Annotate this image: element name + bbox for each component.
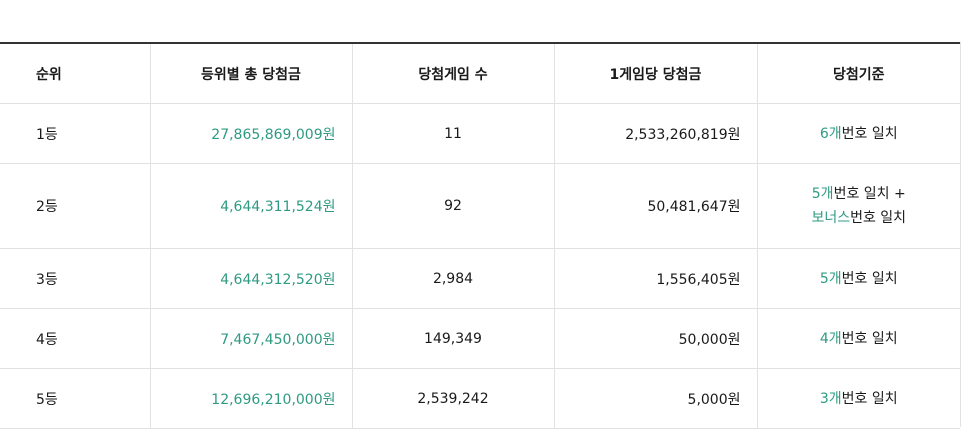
- criteria-line: 6개번호 일치: [774, 122, 945, 146]
- total-prize-cell: 4,644,311,524원: [149, 163, 352, 249]
- prize-per-game-cell: 1,556,405원: [553, 248, 757, 309]
- table-row: 3등 4,644,312,520원 2,984 1,556,405원 5개번호 …: [0, 248, 960, 309]
- rank-cell: 1등: [0, 103, 150, 164]
- prize-table: 순위 등위별 총 당첨금 당첨게임 수 1게임당 당첨금 당첨기준 1등 27,…: [0, 42, 960, 429]
- header-criteria: 당첨기준: [756, 43, 960, 104]
- winning-games-cell: 149,349: [351, 308, 554, 369]
- total-prize-cell: 7,467,450,000원: [149, 308, 352, 369]
- criteria-text: 번호 일치: [841, 330, 898, 347]
- criteria-text: 번호 일치 +: [833, 186, 906, 202]
- total-prize-cell: 4,644,312,520원: [149, 248, 352, 309]
- criteria-cell: 5개번호 일치: [756, 248, 960, 309]
- rank-cell: 3등: [0, 248, 150, 309]
- winning-games-cell: 11: [351, 103, 554, 164]
- criteria-text: 번호 일치: [841, 125, 898, 142]
- table-row: 5등 12,696,210,000원 2,539,242 5,000원 3개번호…: [0, 368, 960, 429]
- criteria-count: 5개: [819, 270, 842, 287]
- header-prize-per-game: 1게임당 당첨금: [553, 43, 757, 104]
- prize-per-game-cell: 2,533,260,819원: [553, 103, 757, 164]
- winning-games-cell: 2,539,242: [351, 368, 554, 429]
- criteria-text: 번호 일치: [841, 390, 898, 407]
- criteria-line: 보너스번호 일치: [774, 206, 945, 230]
- table-row: 2등 4,644,311,524원 92 50,481,647원 5개번호 일치…: [0, 163, 960, 249]
- header-rank: 순위: [0, 43, 150, 104]
- winning-games-cell: 92: [351, 163, 554, 249]
- rank-cell: 4등: [0, 308, 150, 369]
- table-right-border: [960, 42, 961, 427]
- table-row: 1등 27,865,869,009원 11 2,533,260,819원 6개번…: [0, 103, 960, 164]
- total-prize-cell: 12,696,210,000원: [149, 368, 352, 429]
- rank-cell: 2등: [0, 163, 150, 249]
- criteria-line: 5개번호 일치: [774, 267, 945, 291]
- criteria-cell: 4개번호 일치: [756, 308, 960, 369]
- criteria-text: 번호 일치: [850, 210, 907, 226]
- page: 순위 등위별 총 당첨금 당첨게임 수 1게임당 당첨금 당첨기준 1등 27,…: [0, 0, 966, 438]
- criteria-text: 번호 일치: [841, 270, 898, 287]
- winning-games-cell: 2,984: [351, 248, 554, 309]
- criteria-line: 5개번호 일치 +: [774, 182, 945, 206]
- header-winning-games: 당첨게임 수: [351, 43, 554, 104]
- criteria-cell: 5개번호 일치 + 보너스번호 일치: [756, 163, 960, 249]
- prize-per-game-cell: 50,481,647원: [553, 163, 757, 249]
- table-row: 4등 7,467,450,000원 149,349 50,000원 4개번호 일…: [0, 308, 960, 369]
- criteria-count: 5개: [811, 186, 834, 202]
- criteria-line: 3개번호 일치: [774, 387, 945, 411]
- criteria-bonus: 보너스: [811, 210, 851, 226]
- criteria-count: 4개: [819, 330, 842, 347]
- prize-per-game-cell: 5,000원: [553, 368, 757, 429]
- criteria-cell: 3개번호 일치: [756, 368, 960, 429]
- header-row: 순위 등위별 총 당첨금 당첨게임 수 1게임당 당첨금 당첨기준: [0, 43, 960, 104]
- criteria-line: 4개번호 일치: [774, 327, 945, 351]
- header-total-prize: 등위별 총 당첨금: [149, 43, 352, 104]
- total-prize-cell: 27,865,869,009원: [149, 103, 352, 164]
- criteria-cell: 6개번호 일치: [756, 103, 960, 164]
- criteria-count: 3개: [819, 390, 842, 407]
- criteria-count: 6개: [819, 125, 842, 142]
- rank-cell: 5등: [0, 368, 150, 429]
- prize-per-game-cell: 50,000원: [553, 308, 757, 369]
